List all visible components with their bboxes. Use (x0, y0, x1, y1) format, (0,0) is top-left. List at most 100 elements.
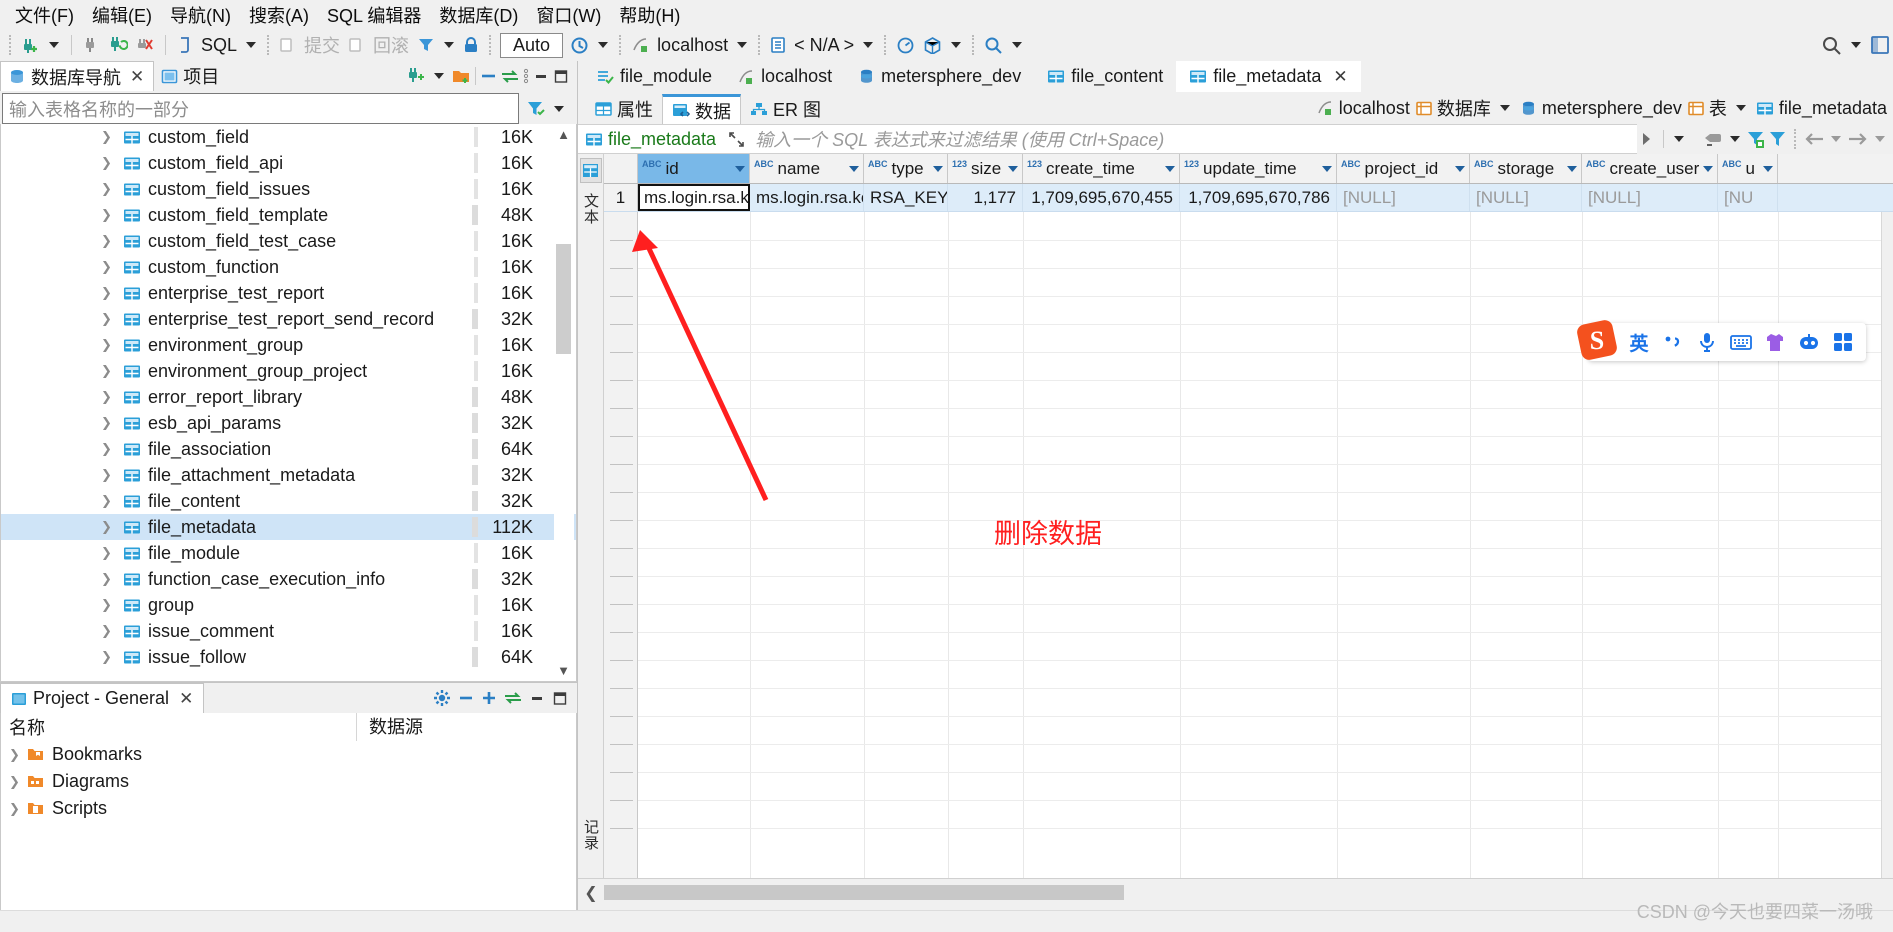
chevron-right-icon[interactable]: ❯ (101, 233, 112, 249)
grid-column-header[interactable]: ABC storage (1470, 154, 1582, 183)
filter-dropdown-icon[interactable] (554, 105, 564, 112)
connection-dropdown-icon[interactable] (737, 42, 748, 48)
expand-filter-icon[interactable] (723, 131, 750, 148)
grid-cell[interactable]: [NULL] (1337, 184, 1470, 211)
vtab-text[interactable]: 文本 (580, 186, 602, 232)
breadcrumb-item-databases[interactable]: 数据库 (1416, 95, 1514, 121)
active-connection-icon[interactable] (628, 33, 652, 57)
chevron-down-icon[interactable] (1499, 105, 1510, 111)
data-grid[interactable]: ABC id ABC name ABC type 123 size 123 create_time… (604, 154, 1893, 878)
column-filter-icon[interactable] (1322, 165, 1332, 172)
row-number[interactable]: 1 (604, 184, 638, 211)
tree-scroll-thumb[interactable] (556, 244, 571, 354)
grid-column-header[interactable]: ABC id (638, 154, 750, 183)
chevron-down-icon[interactable] (1735, 105, 1746, 111)
packages-dropdown-icon[interactable] (951, 42, 962, 48)
grid-column-header[interactable]: 123 size (948, 154, 1023, 183)
clear-filter-dropdown-icon[interactable] (1730, 136, 1740, 142)
ime-keyboard-icon[interactable] (1724, 325, 1758, 359)
grid-cell[interactable]: [NULL] (1582, 184, 1718, 211)
clear-filter-icon[interactable] (1704, 131, 1723, 148)
tree-item[interactable]: ❯ esb_api_params 32K (1, 410, 576, 436)
grid-body[interactable]: 1ms.login.rsa.keyms.login.rsa.keyRSA_KEY… (604, 184, 1893, 212)
packages-icon[interactable] (920, 33, 945, 57)
tree-item[interactable]: ❯ custom_field_api 16K (1, 150, 576, 176)
scroll-left-icon[interactable]: ❮ (578, 883, 604, 903)
ime-robot-icon[interactable] (1792, 325, 1826, 359)
transaction-mode-icon[interactable] (414, 33, 438, 57)
chevron-right-icon[interactable]: ❯ (101, 545, 112, 561)
tree-item[interactable]: ❯ function_case_execution_info 32K (1, 566, 576, 592)
menu-edit[interactable]: 编辑(E) (83, 0, 161, 30)
new-connection-icon[interactable] (18, 33, 43, 57)
auto-commit-value[interactable]: Auto (500, 32, 564, 58)
maximize-icon[interactable] (552, 691, 568, 706)
menu-database[interactable]: 数据库(D) (430, 0, 527, 30)
link-with-editor-icon[interactable] (501, 69, 519, 84)
grid-column-header[interactable]: ABC name (750, 154, 864, 183)
breadcrumb-item-database[interactable]: metersphere_dev (1520, 98, 1682, 119)
filter-icon[interactable] (1769, 130, 1786, 148)
sql-label[interactable]: SQL (198, 35, 240, 56)
scroll-down-icon[interactable]: ▼ (556, 662, 571, 679)
gear-icon[interactable] (433, 689, 451, 707)
transaction-dropdown-icon[interactable] (444, 42, 455, 48)
tree-item[interactable]: ❯ file_association 64K (1, 436, 576, 462)
new-connection-icon[interactable] (407, 67, 426, 85)
tree-item[interactable]: ❯ environment_group 16K (1, 332, 576, 358)
column-filter-icon[interactable] (1703, 165, 1714, 172)
editor-tab-file-metadata[interactable]: file_metadata ✕ (1176, 61, 1361, 92)
expand-all-icon[interactable] (481, 690, 497, 706)
chevron-right-icon[interactable]: ❯ (101, 207, 112, 223)
grid-cell-active[interactable]: ms.login.rsa.key (638, 184, 750, 211)
refresh-connection-icon[interactable] (106, 33, 131, 57)
tree-item[interactable]: ❯ custom_field_issues 16K (1, 176, 576, 202)
grid-column-header[interactable]: ABC u (1718, 154, 1778, 183)
chevron-right-icon[interactable]: ❯ (9, 747, 27, 763)
minimize-icon[interactable] (533, 69, 549, 83)
tree-item[interactable]: ❯ enterprise_test_report_send_record 32K (1, 306, 576, 332)
tree-item[interactable]: ❯ file_content 32K (1, 488, 576, 514)
view-menu-icon[interactable] (523, 67, 529, 85)
chevron-right-icon[interactable]: ❯ (101, 441, 112, 457)
chevron-right-icon[interactable]: ❯ (101, 311, 112, 327)
chevron-right-icon[interactable]: ❯ (101, 155, 112, 171)
column-filter-icon[interactable] (849, 165, 859, 172)
chevron-right-icon[interactable]: ❯ (101, 389, 112, 405)
project-tree-row[interactable]: ❯ Scripts (1, 795, 576, 822)
chevron-right-icon[interactable]: ❯ (101, 597, 112, 613)
tree-item[interactable]: ❯ group 16K (1, 592, 576, 618)
chevron-down-icon[interactable] (434, 73, 444, 79)
menu-sql-editor[interactable]: SQL 编辑器 (318, 0, 430, 30)
tree-item[interactable]: ❯ enterprise_test_report 16K (1, 280, 576, 306)
grid-cell[interactable]: 1,709,695,670,786 (1180, 184, 1337, 211)
chevron-right-icon[interactable]: ❯ (101, 415, 112, 431)
search-dropdown-icon[interactable] (1012, 42, 1023, 48)
tree-item[interactable]: ❯ custom_field 16K (1, 124, 576, 150)
ime-skin-icon[interactable] (1758, 325, 1792, 359)
lock-icon[interactable] (460, 33, 482, 57)
project-general-tab[interactable]: Project - General ✕ (0, 683, 205, 713)
chevron-right-icon[interactable]: ❯ (101, 259, 112, 275)
ime-punctuation-icon[interactable] (1656, 325, 1690, 359)
global-search-icon[interactable] (1818, 33, 1845, 57)
next-page-icon[interactable] (1848, 132, 1868, 146)
filter-icon[interactable] (526, 100, 545, 118)
grid-cell[interactable]: RSA_KEY (864, 184, 948, 211)
menu-file[interactable]: 文件(F) (6, 0, 83, 30)
chevron-right-icon[interactable]: ❯ (101, 129, 112, 145)
tree-item[interactable]: ❯ custom_function 16K (1, 254, 576, 280)
database-tree[interactable]: ❯ custom_field 16K ❯ custom_field_api 16K ❯ cus… (0, 124, 577, 682)
tree-item[interactable]: ❯ issue_comment 16K (1, 618, 576, 644)
tree-filter-input[interactable]: 输入表格名称的一部分 (2, 93, 519, 124)
grid-column-header[interactable]: ABC type (864, 154, 948, 183)
tree-item[interactable]: ❯ environment_group_project 16K (1, 358, 576, 384)
grid-cell[interactable]: [NU (1718, 184, 1778, 211)
menu-search[interactable]: 搜索(A) (240, 0, 318, 30)
filter-settings-icon[interactable] (1747, 130, 1766, 148)
tab-properties[interactable]: 属性 (586, 94, 662, 124)
chevron-right-icon[interactable]: ❯ (9, 801, 27, 817)
grid-column-header[interactable]: ABC project_id (1337, 154, 1470, 183)
panel-tab-db-navigator[interactable]: 数据库导航 ✕ (0, 61, 155, 91)
history-icon[interactable] (567, 33, 592, 57)
